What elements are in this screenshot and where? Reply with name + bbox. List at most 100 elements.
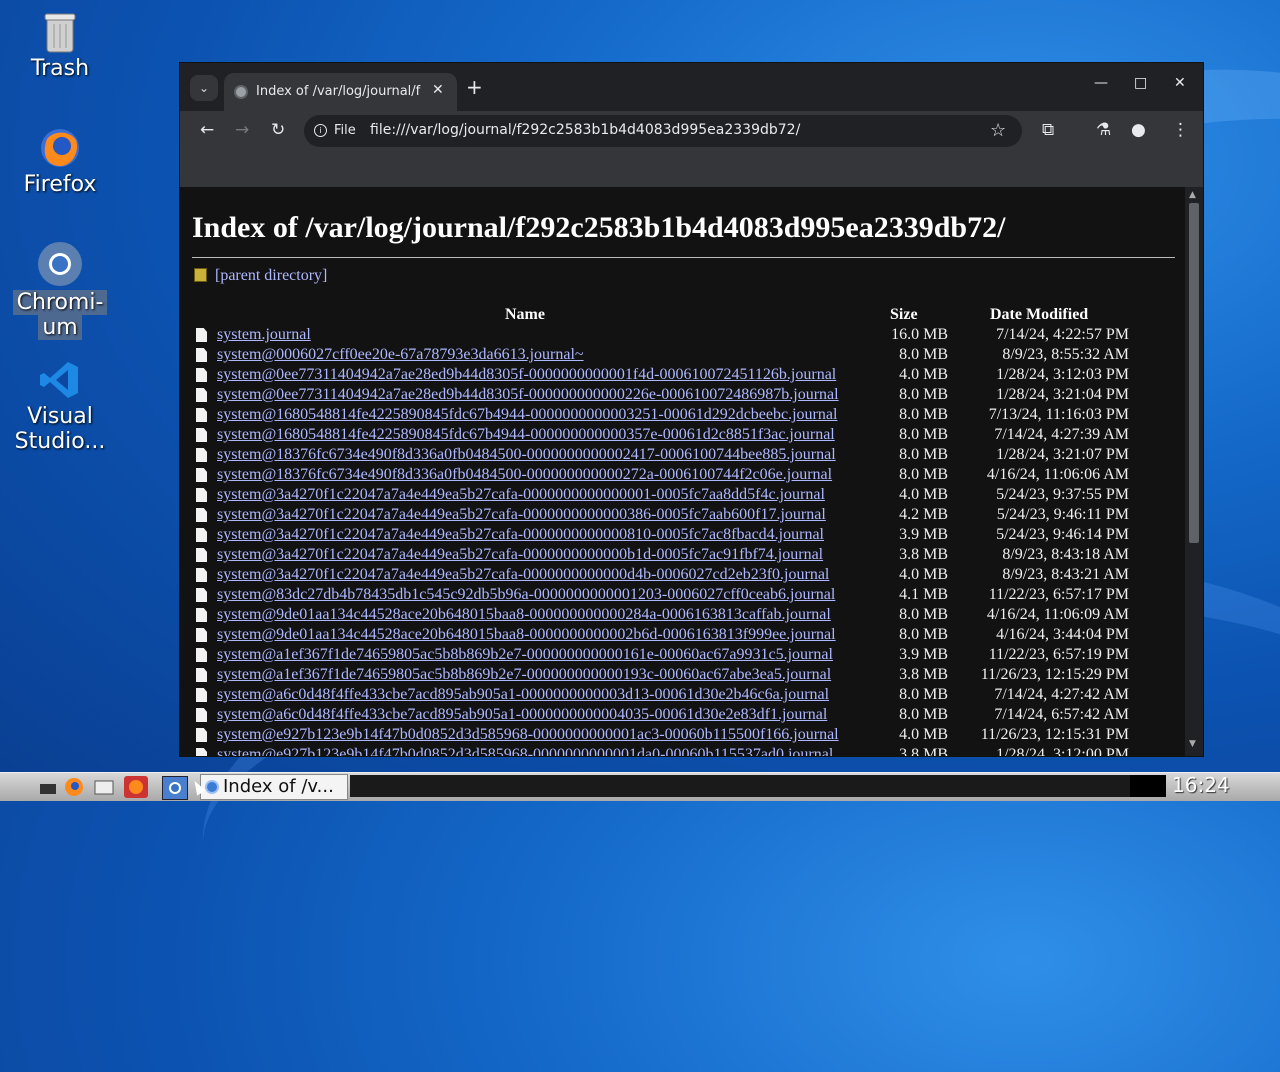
file-date: 8/9/23, 8:43:21 AM (1002, 566, 1129, 583)
file-icon (196, 448, 207, 462)
file-link[interactable]: system@9de01aa134c44528ace20b648015baa8-… (217, 605, 831, 625)
desktop-icon-vscode[interactable]: Visual Studio... (10, 358, 110, 454)
table-row: system.journal 16.0 MB 7/14/24, 4:22:57 PM (180, 325, 1185, 345)
vscode-icon (40, 362, 78, 398)
minimize-button[interactable]: — (1094, 75, 1108, 91)
file-manager-icon[interactable] (92, 776, 116, 798)
file-link[interactable]: system@e927b123e9b14f47b0d0852d3d585968-… (217, 725, 839, 745)
table-row: system@1680548814fe4225890845fdc67b4944-… (180, 405, 1185, 425)
tab-search-button[interactable]: ⌄ (190, 75, 218, 101)
file-date: 8/9/23, 8:43:18 AM (1002, 546, 1129, 563)
file-size: 8.0 MB (899, 466, 948, 483)
file-link[interactable]: system@3a4270f1c22047a7a4e449ea5b27cafa-… (217, 565, 829, 585)
system-tray-monitor-icon[interactable] (1130, 775, 1166, 797)
url-text[interactable]: file:///var/log/journal/f292c2583b1b4d40… (370, 122, 800, 138)
firefox-launcher-icon[interactable] (62, 776, 86, 798)
chromium-launcher-icon[interactable] (162, 776, 188, 800)
file-icon (196, 708, 207, 722)
tab-strip: ⌄ Index of /var/log/journal/f ✕ + — □ ✕ (180, 63, 1203, 111)
file-icon (196, 548, 207, 562)
file-size: 16.0 MB (891, 326, 948, 343)
forward-button[interactable]: → (235, 120, 249, 140)
file-link[interactable]: system@1680548814fe4225890845fdc67b4944-… (217, 405, 837, 425)
file-size: 4.1 MB (899, 586, 948, 603)
file-size: 8.0 MB (899, 626, 948, 643)
firefox-taskbar-icon[interactable] (124, 776, 148, 798)
file-link[interactable]: system@3a4270f1c22047a7a4e449ea5b27cafa-… (217, 525, 824, 545)
file-size: 3.8 MB (899, 746, 948, 756)
file-size: 4.2 MB (899, 506, 948, 523)
file-link[interactable]: system@18376fc6734e490f8d336a0fb0484500-… (217, 445, 836, 465)
back-button[interactable]: ← (200, 120, 214, 140)
file-link[interactable]: system@a6c0d48f4ffe433cbe7acd895ab905a1-… (217, 685, 829, 705)
menu-kebab-icon[interactable]: ⋮ (1172, 120, 1189, 140)
file-date: 11/26/23, 12:15:29 PM (980, 666, 1129, 683)
table-row: system@a1ef367f1de74659805ac5b8b869b2e7-… (180, 645, 1185, 665)
table-row: system@0006027cff0ee20e-67a78793e3da6613… (180, 345, 1185, 365)
file-link[interactable]: system@3a4270f1c22047a7a4e449ea5b27cafa-… (217, 505, 826, 525)
extensions-icon[interactable]: ⧉ (1042, 120, 1054, 140)
browser-toolbar: ← → ↻ i File file:///var/log/journal/f29… (180, 111, 1203, 151)
desktop-icon-chromium[interactable]: Chromi- um (10, 240, 110, 340)
column-header-name[interactable]: Name (505, 306, 545, 324)
file-link[interactable]: system@a1ef367f1de74659805ac5b8b869b2e7-… (217, 645, 833, 665)
profile-icon[interactable]: ● (1131, 120, 1146, 140)
divider (192, 257, 1175, 258)
file-icon (196, 428, 207, 442)
address-bar[interactable]: i File file:///var/log/journal/f292c2583… (304, 115, 1022, 147)
browser-window: ⌄ Index of /var/log/journal/f ✕ + — □ ✕ … (179, 62, 1204, 757)
file-link[interactable]: system@e927b123e9b14f47b0d0852d3d585968-… (217, 745, 833, 756)
close-window-button[interactable]: ✕ (1174, 75, 1186, 91)
info-icon[interactable]: i (314, 124, 327, 137)
file-date: 8/9/23, 8:55:32 AM (1002, 346, 1129, 363)
file-link[interactable]: system@3a4270f1c22047a7a4e449ea5b27cafa-… (217, 545, 823, 565)
show-desktop-icon[interactable] (36, 776, 60, 798)
scrollbar-thumb[interactable] (1189, 203, 1199, 543)
new-tab-button[interactable]: + (466, 75, 483, 99)
file-icon (196, 508, 207, 522)
file-date: 5/24/23, 9:46:11 PM (996, 506, 1129, 523)
chromium-icon (38, 242, 82, 286)
file-link[interactable]: system@18376fc6734e490f8d336a0fb0484500-… (217, 465, 832, 485)
file-link[interactable]: system@3a4270f1c22047a7a4e449ea5b27cafa-… (217, 485, 825, 505)
scrollbar[interactable]: ▲ ▼ (1185, 187, 1203, 756)
clock[interactable]: 16:24 (1172, 773, 1230, 797)
tab-title: Index of /var/log/journal/f (256, 84, 421, 99)
file-link[interactable]: system@0006027cff0ee20e-67a78793e3da6613… (217, 345, 584, 365)
scroll-down-arrow-icon[interactable]: ▼ (1189, 739, 1196, 749)
file-link[interactable]: system@1680548814fe4225890845fdc67b4944-… (217, 425, 835, 445)
bookmark-star-icon[interactable]: ☆ (990, 120, 1006, 141)
table-row: system@18376fc6734e490f8d336a0fb0484500-… (180, 445, 1185, 465)
file-date: 1/28/24, 3:21:04 PM (996, 386, 1129, 403)
column-header-size[interactable]: Size (890, 306, 918, 324)
file-icon (196, 408, 207, 422)
desktop-icon-trash[interactable]: Trash (10, 12, 110, 81)
file-date: 7/14/24, 4:22:57 PM (996, 326, 1129, 343)
file-link[interactable]: system@9de01aa134c44528ace20b648015baa8-… (217, 625, 836, 645)
taskbar-task-browser[interactable]: Index of /v... (200, 774, 348, 800)
file-link[interactable]: system@a6c0d48f4ffe433cbe7acd895ab905a1-… (217, 705, 827, 725)
file-date: 1/28/24, 3:21:07 PM (996, 446, 1129, 463)
file-link[interactable]: system@0ee77311404942a7ae28ed9b44d8305f-… (217, 385, 839, 405)
file-size: 8.0 MB (899, 386, 948, 403)
file-link[interactable]: system@a1ef367f1de74659805ac5b8b869b2e7-… (217, 665, 831, 685)
scroll-up-arrow-icon[interactable]: ▲ (1189, 190, 1196, 200)
file-size: 3.9 MB (899, 646, 948, 663)
file-date: 11/22/23, 6:57:19 PM (988, 646, 1129, 663)
parent-directory-link[interactable]: [parent directory] (215, 267, 327, 284)
desktop-icon-label: Studio... (14, 429, 106, 454)
tab-active[interactable]: Index of /var/log/journal/f ✕ (224, 73, 457, 111)
file-link[interactable]: system.journal (217, 325, 311, 345)
desktop-icon-firefox[interactable]: Firefox (10, 126, 110, 197)
column-header-date[interactable]: Date Modified (990, 306, 1088, 324)
close-tab-icon[interactable]: ✕ (432, 82, 444, 98)
file-size: 8.0 MB (899, 406, 948, 423)
table-row: system@9de01aa134c44528ace20b648015baa8-… (180, 625, 1185, 645)
file-link[interactable]: system@83dc27db4b78435db1c545c92db5b96a-… (217, 585, 835, 605)
chevron-down-icon: ⌄ (198, 81, 210, 95)
reload-button[interactable]: ↻ (271, 120, 285, 140)
maximize-button[interactable]: □ (1134, 75, 1147, 91)
labs-flask-icon[interactable]: ⚗ (1096, 120, 1111, 140)
file-icon (196, 348, 207, 362)
file-link[interactable]: system@0ee77311404942a7ae28ed9b44d8305f-… (217, 365, 836, 385)
